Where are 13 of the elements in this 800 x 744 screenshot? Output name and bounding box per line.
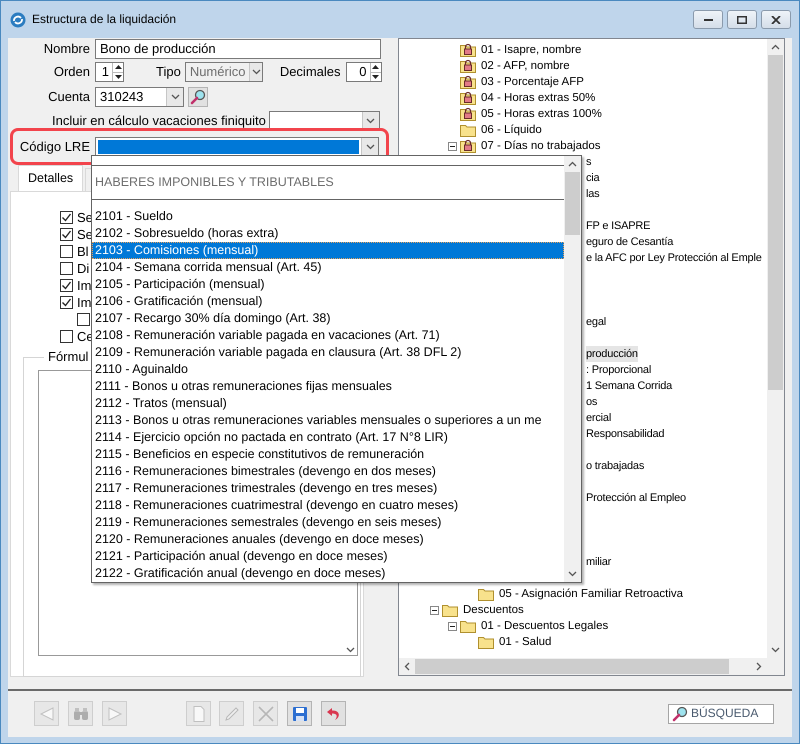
field-label: Decimales	[280, 64, 340, 80]
checkbox-label: Im	[77, 278, 92, 294]
checkbox-label: Di	[77, 260, 90, 276]
checkbox-label: Bl	[77, 244, 89, 260]
field-label: Tipo	[156, 64, 181, 80]
field-label: Orden	[52, 64, 90, 80]
window-title: Estructura de la liquidación	[32, 12, 176, 27]
field-label: Nombre	[42, 41, 90, 57]
checkbox-label: Im	[77, 294, 92, 310]
field-label: Incluir en cálculo vacaciones finiquito	[52, 113, 266, 129]
field-label: Código LRE	[18, 139, 90, 155]
group-header: HABERES IMPONIBLES Y TRIBUTABLES	[92, 165, 564, 200]
field-label: Cuenta	[47, 89, 90, 105]
